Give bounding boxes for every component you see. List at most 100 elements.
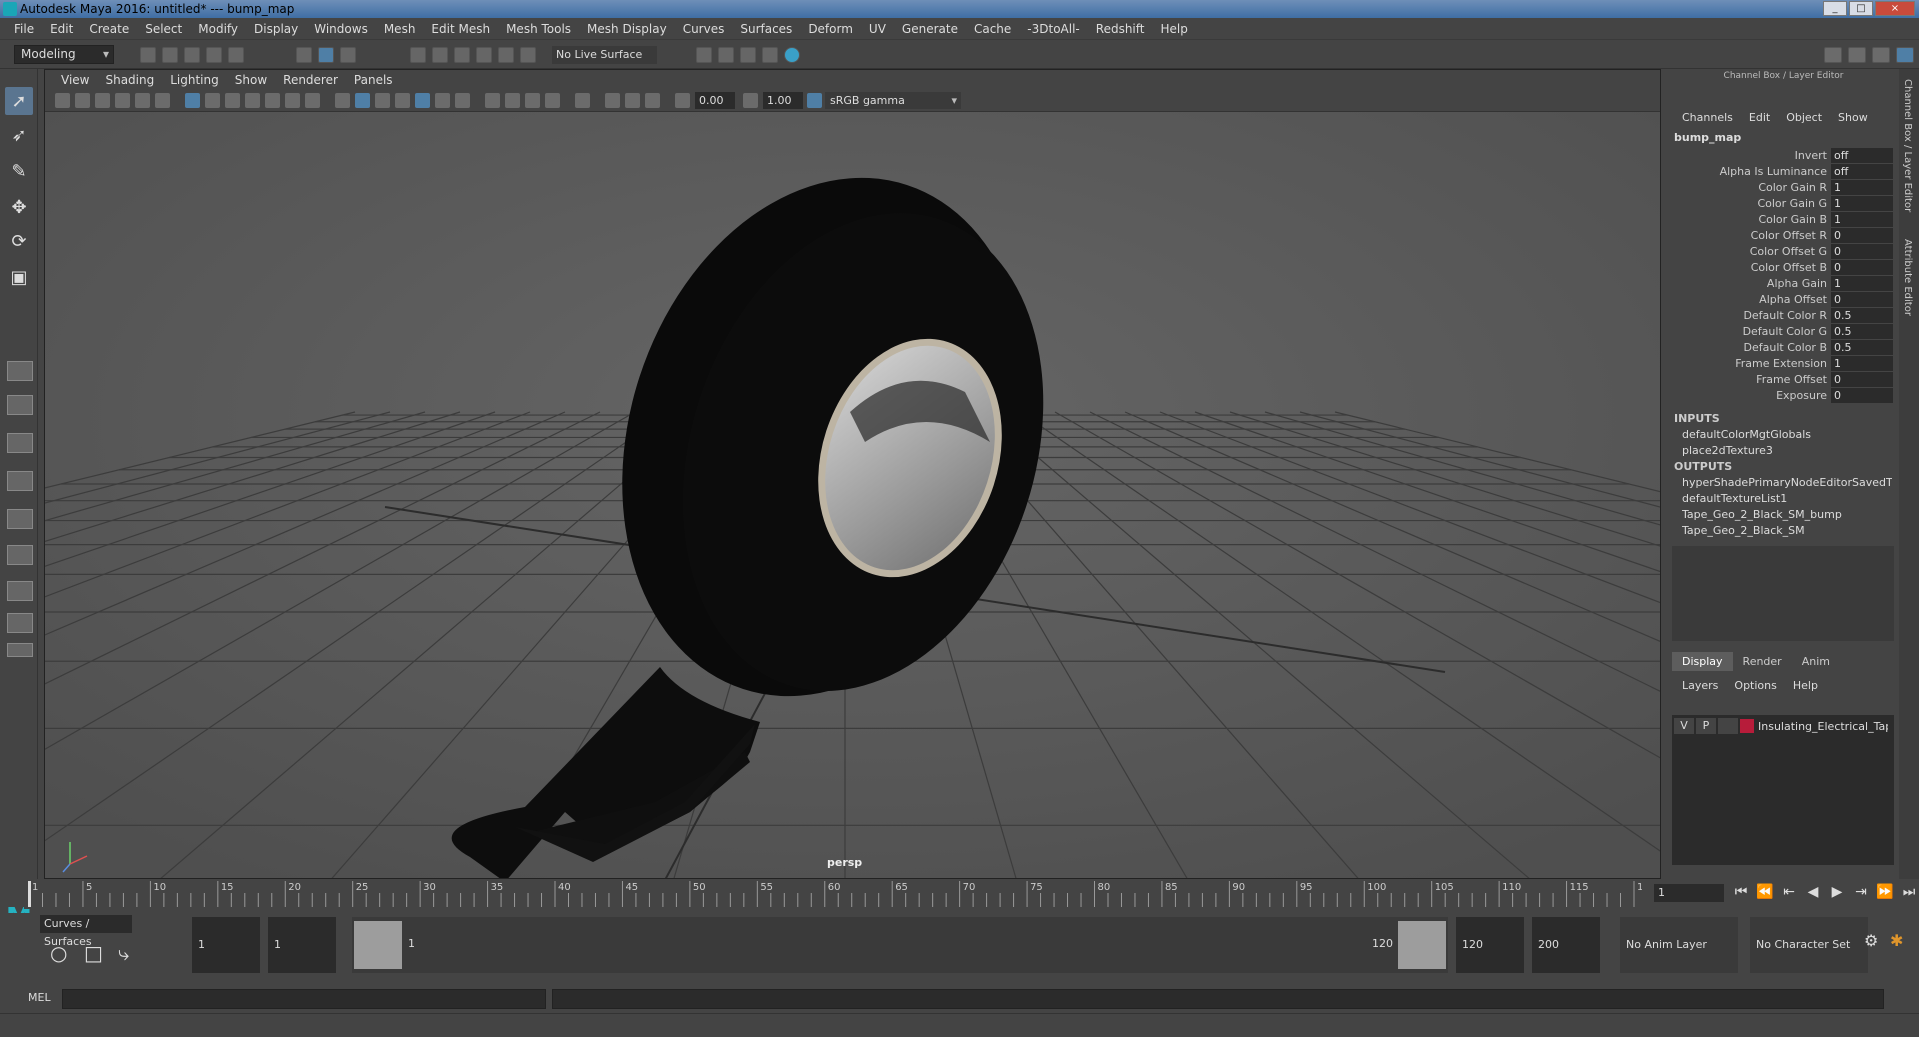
tab-anim[interactable]: Anim: [1792, 652, 1840, 671]
isolate-select-icon[interactable]: [575, 93, 590, 108]
color-management-icon[interactable]: [807, 93, 822, 108]
grid-toggle-icon[interactable]: [185, 93, 200, 108]
auto-key-icon[interactable]: ⚙: [1864, 931, 1890, 957]
attribute-label[interactable]: Default Color R: [1668, 308, 1831, 324]
viewport-menu-shading[interactable]: Shading: [97, 73, 162, 87]
snap-point-icon[interactable]: [454, 47, 470, 63]
go-to-start-icon[interactable]: ⏮: [1732, 884, 1750, 900]
attribute-row[interactable]: Default Color B 0.5: [1668, 340, 1899, 356]
menu-cache[interactable]: Cache: [966, 22, 1019, 36]
maximize-button[interactable]: □: [1849, 1, 1873, 16]
animation-start-field[interactable]: 1: [192, 917, 260, 973]
wireframe-icon[interactable]: [335, 93, 350, 108]
paint-select-tool-icon[interactable]: ✎: [5, 157, 33, 185]
menu-file[interactable]: File: [6, 22, 42, 36]
attribute-row[interactable]: Color Gain G1: [1668, 196, 1899, 212]
tool-settings-toggle-icon[interactable]: [1872, 47, 1890, 63]
current-time-marker[interactable]: [28, 881, 31, 907]
tab-display[interactable]: Display: [1672, 652, 1733, 671]
perspective-viewport[interactable]: View Shading Lighting Show Renderer Panels 0.…: [44, 69, 1661, 879]
attribute-value[interactable]: 0.5: [1831, 324, 1893, 340]
shelf-name[interactable]: Curves / Surfaces: [40, 915, 132, 948]
redo-icon[interactable]: [228, 47, 244, 63]
step-back-frame-icon[interactable]: ⏪: [1756, 884, 1774, 900]
select-by-hierarchy-icon[interactable]: [296, 47, 312, 63]
new-scene-icon[interactable]: [140, 47, 156, 63]
bookmarks-icon[interactable]: [95, 93, 110, 108]
viewport-menu-show[interactable]: Show: [227, 73, 275, 87]
make-live-icon[interactable]: [520, 47, 536, 63]
xray-icon[interactable]: [605, 93, 620, 108]
range-end-handle[interactable]: [1398, 921, 1446, 969]
live-surface-field[interactable]: No Live Surface: [552, 46, 657, 64]
attribute-row[interactable]: Color Offset G0: [1668, 244, 1899, 260]
close-button[interactable]: ×: [1875, 1, 1915, 16]
image-plane-icon[interactable]: [115, 93, 130, 108]
smooth-shade-icon[interactable]: [355, 93, 370, 108]
viewport-menu-renderer[interactable]: Renderer: [275, 73, 346, 87]
camera-attributes-icon[interactable]: [75, 93, 90, 108]
persp-uv-layout-icon[interactable]: [7, 545, 33, 565]
modeling-toolkit-icon[interactable]: [1824, 47, 1842, 63]
menu-create[interactable]: Create: [81, 22, 137, 36]
attribute-value[interactable]: 0: [1831, 388, 1893, 404]
menu-uv[interactable]: UV: [861, 22, 894, 36]
menu-select[interactable]: Select: [137, 22, 190, 36]
menu-3dtoall[interactable]: -3DtoAll-: [1019, 22, 1087, 36]
hypershade-icon[interactable]: [784, 47, 800, 63]
rotate-tool-icon[interactable]: ⟳: [5, 227, 33, 255]
viewport-menu-view[interactable]: View: [53, 73, 97, 87]
attribute-row[interactable]: Invert off: [1668, 148, 1899, 164]
snap-curve-icon[interactable]: [432, 47, 448, 63]
attribute-value[interactable]: 1: [1831, 356, 1893, 372]
field-chart-icon[interactable]: [265, 93, 280, 108]
nurbs-circle-icon[interactable]: ○: [50, 941, 76, 967]
menu-surfaces[interactable]: Surfaces: [732, 22, 800, 36]
layers-menu[interactable]: Layers: [1674, 679, 1726, 692]
playback-end-field[interactable]: 120: [1456, 917, 1524, 973]
step-forward-key-icon[interactable]: ⇥: [1852, 884, 1870, 900]
xray-joints-icon[interactable]: [645, 93, 660, 108]
attribute-value[interactable]: 0.5: [1831, 308, 1893, 324]
layer-display-type[interactable]: [1718, 718, 1738, 734]
attribute-label[interactable]: Frame Offset: [1668, 372, 1831, 388]
attribute-row[interactable]: Frame Extension 1: [1668, 356, 1899, 372]
mel-label[interactable]: MEL: [28, 991, 51, 1004]
playback-start-field[interactable]: 1: [268, 917, 336, 973]
select-tool-icon[interactable]: ➚: [5, 87, 33, 115]
attribute-value[interactable]: off: [1831, 148, 1893, 164]
attribute-value[interactable]: 1: [1831, 196, 1893, 212]
layer-row[interactable]: V P Insulating_Electrical_Tape: [1674, 717, 1892, 735]
attribute-row[interactable]: Color Offset B0: [1668, 260, 1899, 276]
save-scene-icon[interactable]: [184, 47, 200, 63]
step-back-key-icon[interactable]: ⇤: [1780, 884, 1798, 900]
output-node[interactable]: hyperShadePrimaryNodeEditorSavedT...: [1682, 476, 1892, 489]
snap-grid-icon[interactable]: [410, 47, 426, 63]
current-frame-field[interactable]: 1: [1654, 884, 1724, 902]
menu-edit[interactable]: Edit: [42, 22, 81, 36]
menu-display[interactable]: Display: [246, 22, 306, 36]
input-node[interactable]: place2dTexture3: [1682, 444, 1892, 457]
persp-graph-layout-icon[interactable]: [7, 471, 33, 491]
animation-end-field[interactable]: 200: [1532, 917, 1600, 973]
scale-tool-icon[interactable]: ▣: [5, 263, 33, 291]
output-node[interactable]: defaultTextureList1: [1682, 492, 1892, 505]
exposure-field[interactable]: 0.00: [695, 92, 735, 109]
layer-visibility-toggle[interactable]: V: [1674, 718, 1694, 734]
attribute-label[interactable]: Color Offset G: [1668, 244, 1831, 260]
menu-redshift[interactable]: Redshift: [1088, 22, 1153, 36]
snap-view-plane-icon[interactable]: [476, 47, 492, 63]
xray-active-components-icon[interactable]: [625, 93, 640, 108]
attribute-row[interactable]: Frame Offset 0: [1668, 372, 1899, 388]
persp-outliner-layout-icon[interactable]: [7, 433, 33, 453]
view-transform-dropdown[interactable]: sRGB gamma: [825, 92, 961, 109]
attribute-label[interactable]: Color Gain G: [1668, 196, 1831, 212]
attribute-label[interactable]: Frame Extension: [1668, 356, 1831, 372]
side-tab-channel-box[interactable]: Channel Box / Layer Editor: [1902, 79, 1913, 212]
ipr-render-icon[interactable]: [740, 47, 756, 63]
depth-of-field-icon[interactable]: [545, 93, 560, 108]
render-view-icon[interactable]: [696, 47, 712, 63]
menu-generate[interactable]: Generate: [894, 22, 966, 36]
attribute-row[interactable]: Color Offset R0: [1668, 228, 1899, 244]
attribute-row[interactable]: Default Color G 0.5: [1668, 324, 1899, 340]
